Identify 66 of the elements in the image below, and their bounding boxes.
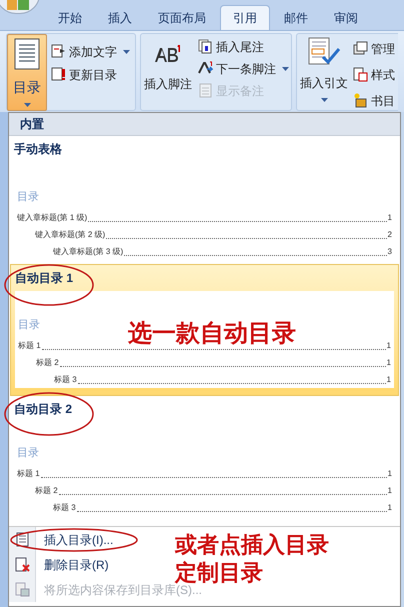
- page-number: 3: [388, 246, 392, 258]
- page-number: 1: [388, 485, 392, 497]
- ribbon-tab[interactable]: 页面布局: [146, 5, 218, 30]
- update-icon: [51, 67, 66, 82]
- footnote-icon: [154, 44, 182, 64]
- preview-entry: 标题 2: [36, 357, 59, 369]
- preview-entry: 标题 1: [17, 468, 40, 480]
- page-number: 1: [386, 340, 391, 352]
- annotation-text: 或者点插入目录: [175, 534, 329, 556]
- preview-entry: 键入章标题(第 3 级): [53, 246, 124, 258]
- document-delete-icon: [14, 557, 30, 572]
- caret-icon: [123, 50, 130, 54]
- gallery-item-title: 手动表格: [14, 141, 62, 158]
- gallery-item[interactable]: 自动目录 2 目录 标题 1 1 标题 2 1 标题 3 1: [9, 396, 400, 520]
- page-number: 1: [386, 357, 391, 369]
- next-footnote-icon: [198, 61, 213, 76]
- ribbon-command[interactable]: 插入尾注: [198, 37, 289, 56]
- office-logo-icon: [7, 0, 29, 10]
- annotation-text: 定制目录: [175, 562, 263, 584]
- ribbon-command[interactable]: 书目: [353, 91, 395, 110]
- ribbon-command[interactable]: 下一条脚注: [198, 59, 289, 78]
- preview-heading: 目录: [17, 190, 39, 204]
- preview-entry: 标题 1: [18, 340, 41, 352]
- document-icon: [14, 38, 40, 70]
- preview-entry: 键入章标题(第 2 级): [35, 229, 106, 241]
- preview-entry: 标题 2: [35, 485, 58, 497]
- table-of-contents-button[interactable]: 目录: [7, 34, 47, 111]
- preview-entry: 键入章标题(第 1 级): [17, 212, 88, 224]
- preview-entry: 标题 3: [53, 502, 76, 514]
- ribbon-tab[interactable]: 引用: [220, 5, 270, 30]
- ribbon-tab[interactable]: 插入: [96, 5, 144, 30]
- page-number: 1: [386, 374, 391, 386]
- insert-citation-button[interactable]: 插入引文: [297, 34, 351, 111]
- gallery-item-title: 自动目录 1: [15, 270, 74, 287]
- gallery-header: 内置: [9, 113, 400, 136]
- caret-icon: [282, 66, 289, 70]
- annotation-text: 选一款自动目录: [128, 322, 296, 346]
- disk-icon: [14, 582, 30, 597]
- notes-icon: [198, 83, 213, 98]
- preview-heading: 目录: [17, 446, 39, 460]
- ribbon-command[interactable]: 管理: [353, 39, 395, 58]
- style-icon: [353, 67, 368, 82]
- citation-document-icon: [307, 37, 341, 67]
- preview-entry: 标题 3: [54, 374, 77, 386]
- ribbon-command[interactable]: 添加文字: [51, 42, 130, 61]
- page-number: 1: [388, 468, 392, 480]
- page-number: 2: [388, 229, 392, 241]
- caret-icon: [320, 98, 328, 102]
- bibliography-icon: [353, 93, 368, 108]
- stack-icon: [353, 41, 368, 56]
- endnote-icon: [198, 39, 213, 54]
- caret-icon: [24, 103, 30, 107]
- menu-item[interactable]: 插入目录(I)...: [9, 527, 120, 552]
- preview-heading: 目录: [18, 318, 40, 332]
- add-text-icon: [51, 44, 66, 59]
- ribbon-tab[interactable]: 邮件: [272, 5, 320, 30]
- insert-footnote-button[interactable]: 插入脚注: [141, 34, 195, 111]
- ribbon-tab[interactable]: 开始: [46, 5, 94, 30]
- ribbon-tab[interactable]: 审阅: [322, 5, 370, 30]
- gallery-item-title: 自动目录 2: [14, 401, 72, 418]
- page-number: 1: [388, 502, 392, 514]
- menu-item[interactable]: 删除目录(R): [9, 552, 115, 577]
- page-number: 1: [388, 212, 392, 224]
- ribbon-command[interactable]: 更新目录: [51, 65, 130, 84]
- gallery-item[interactable]: 手动表格 目录 键入章标题(第 1 级) 1 键入章标题(第 2 级) 2 键入章标题(第 3 级) 3: [9, 136, 400, 264]
- ribbon-command[interactable]: 样式: [353, 65, 395, 84]
